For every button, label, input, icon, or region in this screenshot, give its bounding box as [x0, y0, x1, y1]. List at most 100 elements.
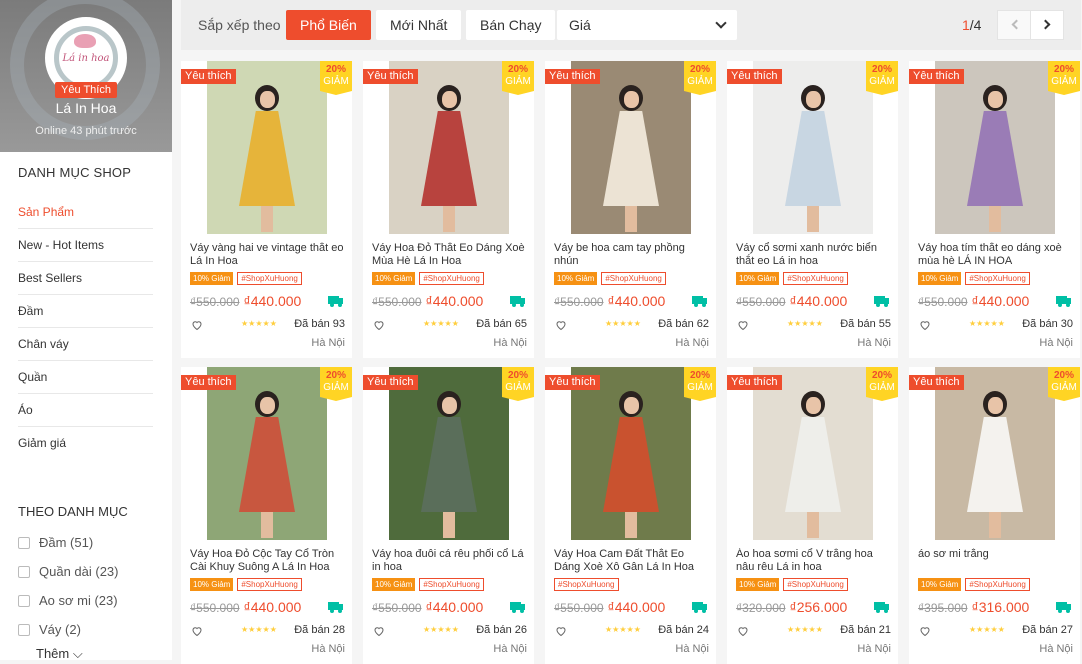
- rating-stars-icon: ★★★★★: [241, 319, 277, 328]
- heart-icon[interactable]: [191, 625, 203, 637]
- filter-label: Váy (2): [39, 622, 81, 637]
- product-image[interactable]: Yêu thích 20% GIẢM: [545, 61, 716, 234]
- product-image[interactable]: Yêu thích 20% GIẢM: [181, 367, 352, 540]
- product-card[interactable]: Yêu thích 20% GIẢM Váy hoa tím thắt eo d…: [909, 61, 1080, 358]
- truck-wheel: [702, 609, 706, 613]
- product-name[interactable]: Váy hoa đuôi cá rêu phối cổ Lá in hoa: [372, 548, 528, 574]
- favorite-badge: Yêu thích: [727, 375, 783, 390]
- truck-wheel: [512, 609, 516, 613]
- product-card[interactable]: Yêu thích 20% GIẢM áo sơ mi trắng 10% Gi…: [909, 367, 1080, 664]
- product-name[interactable]: Váy vàng hai ve vintage thắt eo Lá In Ho…: [190, 242, 346, 268]
- category-item[interactable]: New - Hot Items: [18, 229, 153, 262]
- discount-tag: 10% Giảm: [190, 272, 234, 285]
- product-image[interactable]: Yêu thích 20% GIẢM: [909, 61, 1080, 234]
- free-shipping-icon: [1056, 296, 1071, 307]
- discount-label: GIẢM: [687, 382, 713, 393]
- heart-icon[interactable]: [555, 625, 567, 637]
- product-image[interactable]: Yêu thích 20% GIẢM: [727, 61, 898, 234]
- product-name[interactable]: Váy Hoa Đỏ Cộc Tay Cổ Tròn Cài Khuy Suôn…: [190, 548, 346, 574]
- product-card[interactable]: Yêu thích 20% GIẢM Váy be hoa cam tay ph…: [545, 61, 716, 358]
- price-sort-select[interactable]: Giá: [557, 10, 737, 40]
- filter-item[interactable]: Quần dài (23): [18, 557, 119, 586]
- filter-item[interactable]: Váy (2): [18, 615, 119, 644]
- heart-icon[interactable]: [373, 319, 385, 331]
- category-item[interactable]: Đầm: [18, 295, 153, 328]
- product-name[interactable]: Váy Hoa Đỏ Thắt Eo Dáng Xoè Mùa Hè Lá In…: [372, 242, 528, 268]
- product-card[interactable]: Yêu thích 20% GIẢM Váy Hoa Cam Đất Thắt …: [545, 367, 716, 664]
- model-figure-legs: [443, 512, 455, 538]
- product-image[interactable]: Yêu thích 20% GIẢM: [545, 367, 716, 540]
- sort-popular-button[interactable]: Phổ Biến: [286, 10, 371, 40]
- filter-checkbox[interactable]: [18, 536, 30, 549]
- product-name[interactable]: áo sơ mi trắng: [918, 548, 1074, 574]
- product-name[interactable]: Áo hoa sơmi cổ V trắng hoa nâu rêu Lá in…: [736, 548, 892, 574]
- product-location: Hà Nội: [1039, 643, 1073, 655]
- product-card[interactable]: Yêu thích 20% GIẢM Áo hoa sơmi cổ V trắn…: [727, 367, 898, 664]
- sale-price: ₫440.000: [607, 293, 666, 309]
- free-shipping-icon: [510, 602, 525, 613]
- filter-checkbox[interactable]: [18, 623, 30, 636]
- heart-icon[interactable]: [555, 319, 567, 331]
- product-name[interactable]: Váy be hoa cam tay phồng nhún: [554, 242, 710, 268]
- filter-item[interactable]: Ao sơ mi (23): [18, 586, 119, 615]
- sort-newest-button[interactable]: Mới Nhất: [376, 10, 462, 40]
- category-item[interactable]: Best Sellers: [18, 262, 153, 295]
- page-current: 1: [962, 17, 970, 33]
- product-image[interactable]: Yêu thích 20% GIẢM: [727, 367, 898, 540]
- chevron-right-icon: [1040, 19, 1051, 30]
- category-item[interactable]: Giảm giá: [18, 427, 153, 460]
- product-image[interactable]: Yêu thích 20% GIẢM: [181, 61, 352, 234]
- shop-category-title: DANH MỤC SHOP: [18, 165, 132, 180]
- product-card[interactable]: Yêu thích 20% GIẢM Váy vàng hai ve vinta…: [181, 61, 352, 358]
- rating-stars-icon: ★★★★★: [605, 319, 641, 328]
- filter-label: Ao sơ mi (23): [39, 593, 118, 608]
- product-card[interactable]: Yêu thích 20% GIẢM Váy Hoa Đỏ Cộc Tay Cổ…: [181, 367, 352, 664]
- filter-item[interactable]: Đầm (51): [18, 528, 119, 557]
- favorite-badge: Yêu thích: [909, 375, 965, 390]
- product-photo: [753, 61, 873, 234]
- product-card[interactable]: Yêu thích 20% GIẢM Váy Hoa Đỏ Thắt Eo Dá…: [363, 61, 534, 358]
- product-name[interactable]: Váy Hoa Cam Đất Thắt Eo Dáng Xoè Xô Gân …: [554, 548, 710, 574]
- category-item[interactable]: Chân váy: [18, 328, 153, 361]
- shop-trend-tag: #ShopXuHuong: [237, 272, 302, 285]
- discount-tag: 10% Giảm: [372, 578, 416, 591]
- heart-icon[interactable]: [737, 625, 749, 637]
- model-figure-face: [806, 91, 821, 108]
- heart-icon[interactable]: [919, 319, 931, 331]
- price-row: ₫550.000 ₫440.000: [190, 293, 301, 309]
- discount-badge: 20% GIẢM: [502, 61, 534, 95]
- prev-page-button[interactable]: [997, 10, 1031, 40]
- heart-icon[interactable]: [373, 625, 385, 637]
- category-item[interactable]: Sản Phẩm: [18, 196, 153, 229]
- heart-icon[interactable]: [737, 319, 749, 331]
- next-page-button[interactable]: [1030, 10, 1064, 40]
- shop-trend-tag: #ShopXuHuong: [237, 578, 302, 591]
- product-image[interactable]: Yêu thích 20% GIẢM: [363, 367, 534, 540]
- shop-trend-tag: #ShopXuHuong: [965, 578, 1030, 591]
- sort-best-selling-button[interactable]: Bán Chạy: [466, 10, 556, 40]
- shop-name[interactable]: Lá In Hoa: [0, 100, 172, 116]
- category-item[interactable]: Quần: [18, 361, 153, 394]
- product-tags: 10% Giảm #ShopXuHuong: [372, 272, 484, 285]
- product-name[interactable]: Váy hoa tím thắt eo dáng xoè mùa hè LÁ I…: [918, 242, 1074, 268]
- model-figure-legs: [807, 206, 819, 232]
- product-photo: [753, 367, 873, 540]
- discount-percent: 20%: [871, 370, 892, 381]
- product-card[interactable]: Yêu thích 20% GIẢM Váy cổ sơmi xanh nước…: [727, 61, 898, 358]
- discount-percent: 20%: [507, 64, 528, 75]
- product-image[interactable]: Yêu thích 20% GIẢM: [909, 367, 1080, 540]
- category-item[interactable]: Áo: [18, 394, 153, 427]
- discount-label: GIẢM: [323, 76, 349, 87]
- product-card[interactable]: Yêu thích 20% GIẢM Váy hoa đuôi cá rêu p…: [363, 367, 534, 664]
- product-name[interactable]: Váy cổ sơmi xanh nước biển thắt eo Lá in…: [736, 242, 892, 268]
- heart-icon[interactable]: [919, 625, 931, 637]
- filter-checkbox[interactable]: [18, 565, 30, 578]
- model-figure-legs: [807, 512, 819, 538]
- discount-label: GIẢM: [505, 382, 531, 393]
- shop-favorite-badge: Yêu Thích: [55, 82, 117, 98]
- heart-icon[interactable]: [191, 319, 203, 331]
- favorite-badge: Yêu thích: [363, 69, 419, 84]
- discount-percent: 20%: [871, 64, 892, 75]
- filter-checkbox[interactable]: [18, 594, 30, 607]
- product-image[interactable]: Yêu thích 20% GIẢM: [363, 61, 534, 234]
